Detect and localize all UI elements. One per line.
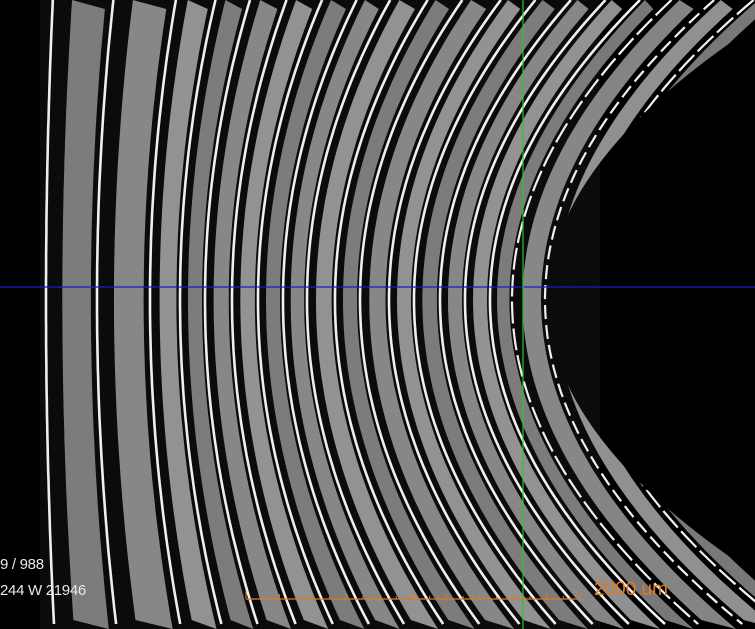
slice-index-indicator: 9 / 988 (0, 556, 44, 573)
grain-overlay (40, 0, 600, 629)
image-noise (40, 0, 600, 629)
ct-slice-image[interactable] (0, 0, 755, 629)
scale-bar-label: 2000 um (594, 579, 668, 600)
window-level-readout: 244 W 21946 (0, 582, 86, 599)
ct-image-viewport[interactable]: 9 / 988 244 W 21946 2000 um (0, 0, 755, 629)
